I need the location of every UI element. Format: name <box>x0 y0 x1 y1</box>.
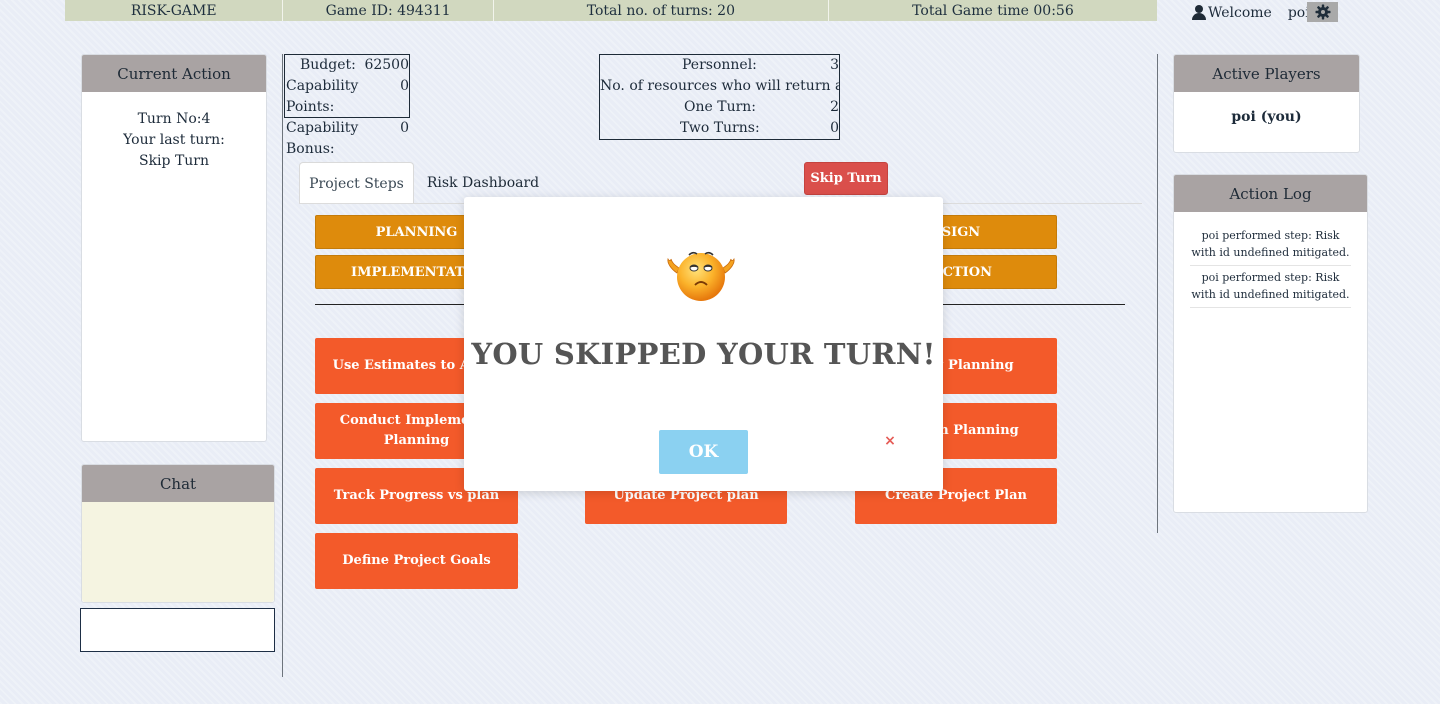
ok-button[interactable]: OK <box>659 430 748 474</box>
last-turn-value: Skip Turn <box>138 153 210 169</box>
budget-stats: Budget: 62500 Capability Points: 0 Capabil… <box>284 54 410 157</box>
personnel-label: Personnel: <box>682 57 757 73</box>
active-players-title: Active Players <box>1174 55 1359 92</box>
settings-button[interactable] <box>1307 2 1338 22</box>
personnel-value: 3 <box>830 57 839 73</box>
right-divider <box>1157 54 1158 533</box>
chat-title: Chat <box>82 465 274 502</box>
step-define-goals-button[interactable]: Define Project Goals <box>315 533 518 589</box>
two-turns-label: Two Turns: <box>680 120 760 136</box>
welcome-text: Welcome <box>1208 5 1272 21</box>
chat-messages <box>82 502 274 602</box>
current-action-title: Current Action <box>82 55 266 92</box>
list-item: poi performed step: Risk with id undefin… <box>1190 224 1351 266</box>
capability-bonus-value: 0 <box>400 120 409 136</box>
two-turns-value: 0 <box>830 120 839 136</box>
chat-panel: Chat <box>81 464 275 603</box>
budget-label: Budget: <box>300 57 356 73</box>
tab-project-steps[interactable]: Project Steps <box>299 162 414 204</box>
action-log-panel: Action Log poi performed step: Risk with… <box>1173 174 1368 513</box>
skip-turn-button[interactable]: Skip Turn <box>804 162 888 195</box>
left-divider <box>282 54 283 677</box>
turn-number: Turn No:4 <box>137 111 211 127</box>
top-bar: RISK-GAME Game ID: 494311 Total no. of t… <box>65 0 1157 21</box>
resources-label: No. of resources who will return after <box>600 78 839 94</box>
personnel-stats: Personnel: 3 No. of resources who will re… <box>599 54 840 140</box>
close-icon[interactable]: × <box>883 433 897 449</box>
shrug-emoji-icon <box>667 251 735 301</box>
total-turns: Total no. of turns: 20 <box>494 0 829 21</box>
modal-message: YOU SKIPPED YOUR TURN! <box>471 337 936 371</box>
one-turn-value: 2 <box>830 99 839 115</box>
list-item: poi performed step: Risk with id undefin… <box>1190 266 1351 308</box>
current-action-panel: Current Action Turn No:4 Your last turn:… <box>81 54 267 442</box>
game-id: Game ID: 494311 <box>283 0 494 21</box>
capability-points-value: 0 <box>400 78 409 94</box>
welcome-area: Welcome poi! <box>1192 2 1315 24</box>
chat-input[interactable] <box>80 608 275 652</box>
skip-turn-modal: YOU SKIPPED YOUR TURN! OK × <box>464 197 943 491</box>
gear-icon <box>1315 4 1330 20</box>
capability-points-label: Capability Points: <box>286 78 359 115</box>
last-turn-label: Your last turn: <box>123 132 225 148</box>
capability-bonus-label: Capability Bonus: <box>286 120 359 157</box>
active-players-panel: Active Players poi (you) <box>1173 54 1360 153</box>
one-turn-label: One Turn: <box>684 99 757 115</box>
active-player: poi (you) <box>1231 109 1302 125</box>
user-icon <box>1192 5 1206 21</box>
game-time: Total Game time 00:56 <box>912 3 1074 19</box>
app-name: RISK-GAME <box>65 0 284 21</box>
action-log-title: Action Log <box>1174 175 1367 212</box>
budget-value: 62500 <box>364 57 409 73</box>
action-log-list: poi performed step: Risk with id undefin… <box>1174 212 1367 308</box>
